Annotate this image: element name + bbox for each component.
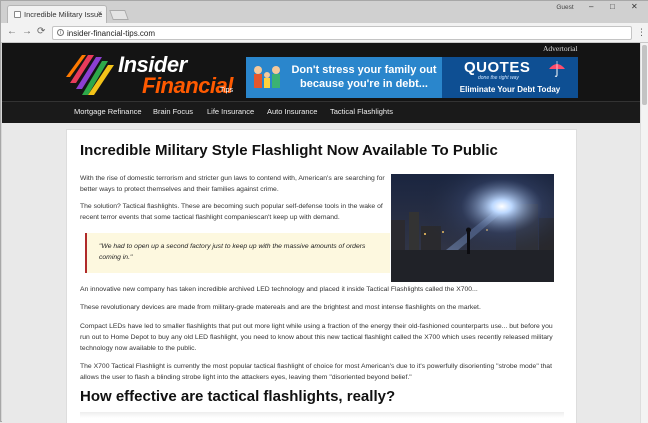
paragraph-1: With the rise of domestic terrorism and … — [80, 175, 385, 193]
ad-cta[interactable]: Eliminate Your Debt Today — [442, 85, 578, 94]
nav-tactical-flashlights[interactable]: Tactical Flashlights — [330, 107, 393, 116]
browser-tab[interactable]: Incredible Military Issue × — [7, 5, 107, 23]
browser-window: Incredible Military Issue × Guest – □ ✕ … — [0, 0, 648, 423]
ad-tagline: done the right way — [478, 75, 519, 81]
ad-brand: QUOTES — [464, 59, 531, 76]
flashlight-photo — [391, 174, 554, 282]
paragraph-5: Compact LEDs have led to smaller flashli… — [80, 323, 553, 352]
favicon-icon — [14, 11, 21, 18]
advertorial-label: Advertorial — [543, 44, 578, 53]
minimize-icon[interactable]: – — [589, 2, 593, 12]
back-icon[interactable]: ← — [7, 26, 17, 38]
browser-menu-icon[interactable]: ⋮ — [637, 28, 646, 37]
paragraph-4: These revolutionary devices are made fro… — [80, 304, 481, 311]
reload-icon[interactable]: ⟳ — [37, 26, 45, 38]
ad-headline-line1: Don't stress your family out — [291, 64, 437, 76]
pull-quote-text: "We had to open up a second factory just… — [99, 243, 366, 261]
browser-toolbar: ← → ⟳ i insider-financial-tips.com ⋮ — [1, 23, 648, 43]
new-tab-button[interactable] — [109, 10, 129, 20]
debt-ad-banner[interactable]: Don't stress your family out because you… — [246, 57, 578, 98]
article-card: Incredible Military Style Flashlight Now… — [66, 129, 577, 423]
site-nav: Mortgage Refinance Brain Focus Life Insu… — [2, 101, 640, 123]
next-paragraph-cutoff — [80, 412, 564, 418]
ad-right-panel: QUOTES done the right way Eliminate Your… — [442, 57, 578, 98]
section-heading: How effective are tactical flashlights, … — [80, 388, 396, 405]
address-bar[interactable]: i insider-financial-tips.com — [52, 26, 632, 40]
page-scrollbar[interactable] — [640, 43, 648, 423]
article-title: Incredible Military Style Flashlight Now… — [80, 142, 498, 159]
page-viewport: Advertorial Insider Financial Tips Don't… — [2, 43, 640, 423]
pull-quote: "We had to open up a second factory just… — [85, 233, 390, 273]
profile-button[interactable]: Guest — [554, 3, 576, 13]
ad-left-panel: Don't stress your family out because you… — [246, 57, 442, 98]
logo-stripes-icon — [66, 55, 114, 95]
family-icon — [254, 66, 280, 88]
nav-mortgage-refinance[interactable]: Mortgage Refinance — [74, 107, 142, 116]
close-window-icon[interactable]: ✕ — [631, 2, 638, 12]
scrollbar-thumb[interactable] — [642, 45, 647, 105]
url-text: insider-financial-tips.com — [67, 29, 156, 38]
umbrella-icon — [549, 61, 565, 77]
tab-title: Incredible Military Issue — [24, 10, 103, 19]
tab-close-icon[interactable]: × — [97, 9, 102, 18]
ad-headline-line2: because you're in debt... — [300, 78, 428, 90]
paragraph-6: The X700 Tactical Flashlight is currentl… — [80, 363, 552, 381]
tab-strip: Incredible Military Issue × Guest – □ ✕ — [1, 1, 648, 23]
site-info-icon[interactable]: i — [57, 29, 64, 36]
nav-auto-insurance[interactable]: Auto Insurance — [267, 107, 317, 116]
nav-life-insurance[interactable]: Life Insurance — [207, 107, 254, 116]
site-header: Advertorial Insider Financial Tips Don't… — [2, 43, 640, 123]
nav-brain-focus[interactable]: Brain Focus — [153, 107, 193, 116]
paragraph-2: The solution? Tactical flashlights. Thes… — [80, 203, 383, 221]
logo-text-financial: Financial — [142, 73, 233, 98]
forward-icon[interactable]: → — [22, 26, 32, 38]
paragraph-3: An innovative new company has taken incr… — [80, 286, 478, 293]
maximize-icon[interactable]: □ — [610, 2, 615, 12]
logo-text-tips: Tips — [220, 87, 233, 94]
